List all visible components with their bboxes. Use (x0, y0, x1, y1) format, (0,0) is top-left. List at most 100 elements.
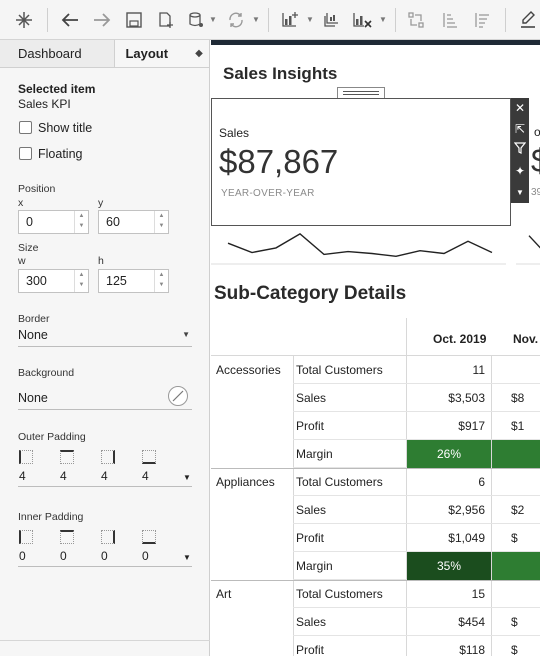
inner-pad-left-value: 0 (19, 549, 26, 563)
y-label: y (98, 197, 104, 209)
value-cell[interactable]: $454 (407, 615, 485, 629)
value-cell[interactable]: $917 (407, 419, 485, 433)
value-cell[interactable]: 6 (407, 475, 485, 489)
category-label[interactable]: Art (216, 587, 231, 601)
value-cell[interactable]: $118 (407, 643, 485, 656)
col-oct-2019[interactable]: Oct. 2019 (433, 332, 486, 346)
chevron-down-icon[interactable]: ▼ (379, 15, 387, 24)
outer-padding-row[interactable]: 4 4 4 4 ▼ (18, 469, 192, 487)
value-cell[interactable]: $2,956 (407, 503, 485, 517)
duplicate-icon[interactable] (318, 6, 346, 34)
clear-sheet-icon[interactable] (348, 6, 376, 34)
y-stepper[interactable]: ▲ ▼ (154, 211, 168, 233)
chevron-down-icon[interactable]: ▼ (511, 182, 529, 203)
outer-pad-top-value: 4 (60, 469, 67, 483)
x-stepper[interactable]: ▲ ▼ (74, 211, 88, 233)
value-cell[interactable]: 11 (407, 363, 485, 377)
chevron-down-icon[interactable]: ▼ (306, 15, 314, 24)
width-input[interactable]: 300 ▲ ▼ (18, 269, 89, 293)
save-icon[interactable] (120, 6, 148, 34)
background-dropdown[interactable]: None (18, 388, 192, 410)
chevron-down-icon: ▼ (183, 473, 191, 482)
value-cell[interactable]: $ (511, 643, 518, 656)
close-icon[interactable]: ✕ (511, 98, 529, 119)
metric-label: Profit (296, 419, 325, 433)
swap-icon[interactable] (402, 6, 430, 34)
chevron-down-icon[interactable]: ▼ (209, 15, 217, 24)
datasource-icon[interactable] (182, 6, 210, 34)
tab-dashboard[interactable]: Dashboard (0, 40, 116, 67)
margin-cell[interactable] (492, 440, 540, 468)
highlight-icon[interactable] (514, 6, 540, 34)
background-label: Background (18, 367, 75, 379)
col-nov[interactable]: Nov. (513, 332, 538, 346)
new-worksheet-icon[interactable] (276, 6, 304, 34)
pin-icon[interactable]: ✦ (511, 161, 529, 182)
sales-kpi-container[interactable]: Sales $87,867 YEAR-OVER-YEAR (211, 98, 511, 226)
margin-cell[interactable]: 26% (407, 440, 491, 468)
dashboard-canvas: Sales Insights Sales $87,867 YEAR-OVER-Y… (211, 40, 540, 656)
back-arrow-icon[interactable] (56, 6, 84, 34)
height-stepper[interactable]: ▲ ▼ (154, 270, 168, 292)
tableau-icon[interactable] (10, 6, 38, 34)
category-label[interactable]: Appliances (216, 475, 275, 489)
value-cell[interactable]: $1 (511, 419, 524, 433)
pad-top-icon[interactable] (60, 450, 74, 464)
tab-layout[interactable]: Layout (115, 40, 192, 67)
value-cell[interactable]: $ (511, 531, 518, 545)
w-label: w (18, 255, 26, 267)
show-title-checkbox[interactable] (19, 121, 32, 134)
height-input[interactable]: 125 ▲ ▼ (98, 269, 169, 293)
refresh-icon[interactable] (222, 6, 250, 34)
value-cell[interactable]: 15 (407, 587, 485, 601)
category-label[interactable]: Accessories (216, 363, 281, 377)
selected-item-heading: Selected item (18, 82, 96, 96)
inner-pad-top-value: 0 (60, 549, 67, 563)
inner-pad-right-icon[interactable] (101, 530, 115, 544)
value-cell[interactable]: $1,049 (407, 531, 485, 545)
kpi2-value: $ (531, 142, 540, 180)
x-input[interactable]: 0 ▲ ▼ (18, 210, 89, 234)
value-cell[interactable]: $8 (511, 391, 524, 405)
outer-pad-right-value: 4 (101, 469, 108, 483)
chevron-down-icon[interactable]: ▼ (252, 15, 260, 24)
dashboard-title: Sales Insights (223, 64, 338, 83)
container-toolbar: ✕ ⇱ ✦ ▼ (511, 98, 529, 203)
sort-asc-icon[interactable] (436, 6, 464, 34)
margin-cell[interactable] (492, 552, 540, 580)
border-dropdown[interactable]: None ▼ (18, 325, 192, 347)
value-cell[interactable]: $3,503 (407, 391, 485, 405)
inner-pad-bottom-icon[interactable] (142, 530, 156, 544)
size-label: Size (18, 242, 39, 254)
outer-pad-bottom-value: 4 (142, 469, 149, 483)
value-cell[interactable]: $ (511, 615, 518, 629)
margin-cell[interactable]: 35% (407, 552, 491, 580)
filter-icon[interactable] (511, 140, 529, 161)
metric-label: Sales (296, 391, 327, 405)
subcategory-title: Sub-Category Details (214, 283, 407, 304)
sort-desc-icon[interactable] (468, 6, 496, 34)
y-input[interactable]: 60 ▲ ▼ (98, 210, 169, 234)
forward-arrow-icon[interactable] (88, 6, 116, 34)
metric-label: Total Customers (296, 587, 383, 601)
layout-panel: Dashboard Layout ◆ Selected item Sales K… (0, 40, 210, 656)
sparkline2-line (528, 235, 540, 249)
width-stepper[interactable]: ▲ ▼ (74, 270, 88, 292)
floating-checkbox[interactable] (19, 147, 32, 160)
value-cell[interactable]: $2 (511, 503, 524, 517)
inner-padding-row[interactable]: 0 0 0 0 ▼ (18, 549, 192, 567)
kpi2-label: of (534, 125, 540, 139)
go-to-sheet-icon[interactable]: ⇱ (511, 119, 529, 140)
panel-menu-icon[interactable]: ◆ (191, 40, 209, 67)
kpi-value: $87,867 (219, 143, 339, 180)
canvas-top-bar (211, 40, 540, 45)
inner-pad-left-icon[interactable] (19, 530, 33, 544)
pad-right-icon[interactable] (101, 450, 115, 464)
toolbar: ▼ ▼ ▼ ▼ (0, 0, 540, 40)
pad-bottom-icon[interactable] (142, 450, 156, 464)
inner-pad-top-icon[interactable] (60, 530, 74, 544)
metric-label: Sales (296, 615, 327, 629)
pad-left-icon[interactable] (19, 450, 33, 464)
background-color-icon[interactable] (168, 386, 188, 406)
new-datasource-icon[interactable] (152, 6, 180, 34)
